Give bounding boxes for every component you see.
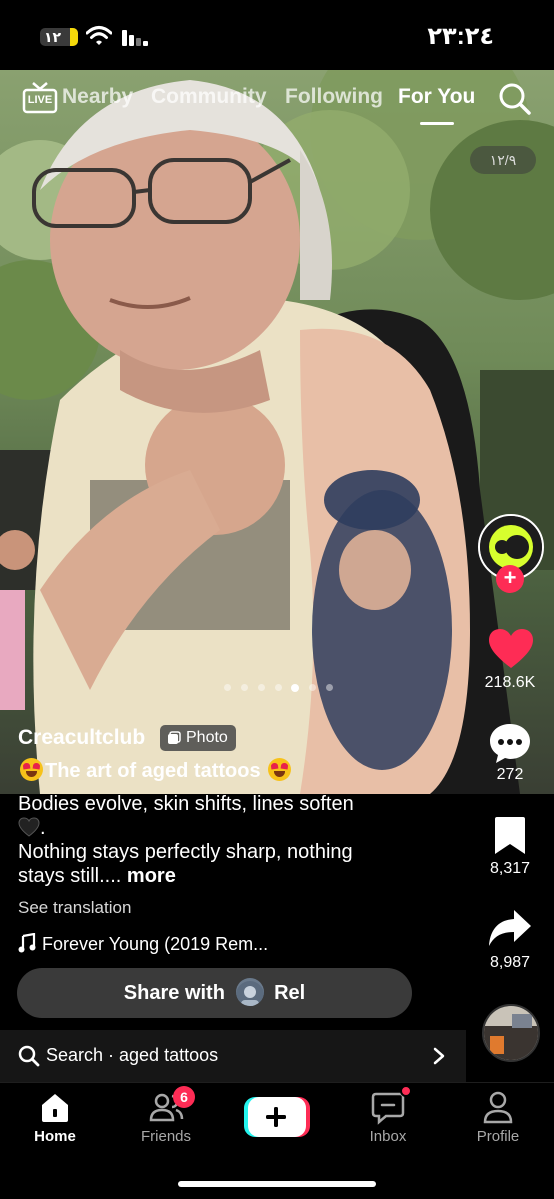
create-button[interactable] <box>244 1097 310 1137</box>
recipient-avatar-icon <box>235 981 264 1006</box>
post-description-line: stays still.... more <box>18 864 418 888</box>
home-icon <box>42 1094 68 1122</box>
heart-eyes-emoji-icon <box>268 758 292 781</box>
clock: ٢٣:٢٤ <box>427 23 494 50</box>
tab-following[interactable]: Following <box>285 85 383 109</box>
bookmark-icon[interactable] <box>494 816 526 856</box>
bottom-navigation: Home Friends 6 Inbox Profile <box>0 1082 554 1199</box>
profile-icon <box>483 1091 513 1124</box>
carousel-dot <box>241 684 248 691</box>
nav-friends[interactable]: Friends <box>121 1089 211 1145</box>
sound-name: Forever Young (2019 Rem... <box>42 934 269 954</box>
share-icon[interactable] <box>488 908 532 948</box>
nav-home-label: Home <box>34 1128 76 1145</box>
carousel-dot <box>224 684 231 691</box>
follow-button[interactable]: + <box>496 565 524 593</box>
share-count: 8,987 <box>489 954 531 971</box>
description-period: . <box>40 817 46 839</box>
carousel-dot <box>275 684 282 691</box>
music-note-icon <box>18 933 36 953</box>
recipient-avatar <box>235 978 264 1006</box>
photo-type-badge: Photo <box>160 725 236 751</box>
album-art-icon <box>484 1006 538 1060</box>
tab-for-you[interactable]: For You <box>398 85 475 109</box>
description-truncated-text: stays still.... <box>18 865 122 887</box>
like-icon[interactable] <box>488 628 534 670</box>
photo-page-counter: ١٢/٩ <box>470 146 536 174</box>
nav-inbox[interactable]: Inbox <box>343 1089 433 1145</box>
post-title: The art of aged tattoos <box>18 758 293 783</box>
post-title-text: The art of aged tattoos <box>45 760 261 782</box>
sound-disc[interactable] <box>482 1004 540 1062</box>
photo-badge-label: Photo <box>186 729 228 746</box>
carousel-dot-active <box>291 683 299 692</box>
black-heart-icon <box>18 817 40 837</box>
see-translation-link[interactable]: See translation <box>18 898 131 918</box>
save-count: 8,317 <box>489 860 531 877</box>
post-description-line: Bodies evolve, skin shifts, lines soften <box>18 793 354 815</box>
comment-icon[interactable] <box>488 722 532 764</box>
nav-profile[interactable]: Profile <box>453 1089 543 1145</box>
carousel-dot <box>326 684 333 691</box>
nav-friends-label: Friends <box>140 1128 192 1145</box>
chevron-right-icon <box>433 1047 445 1065</box>
search-icon <box>18 1045 40 1067</box>
like-count: 218.6K <box>484 674 536 691</box>
post-description-line: Nothing stays perfectly sharp, nothing <box>18 841 353 863</box>
live-button[interactable]: LIVE <box>22 82 58 114</box>
top-navigation: LIVE Nearby Community Following For You <box>0 78 554 125</box>
battery-icon: ١٢ <box>40 28 78 46</box>
battery-level: ١٢ <box>44 29 62 45</box>
signal-icon <box>122 30 148 46</box>
tab-nearby[interactable]: Nearby <box>62 85 133 109</box>
comment-count: 272 <box>496 766 524 783</box>
post-description-line: . <box>18 816 418 840</box>
heart-eyes-emoji-icon <box>20 758 43 781</box>
carousel-dot <box>309 684 316 691</box>
share-with-button[interactable]: Share with Rel <box>17 968 412 1018</box>
related-search-label: Search · aged tattoos <box>46 1045 219 1065</box>
wifi-icon <box>86 26 112 45</box>
live-label: LIVE <box>27 94 53 106</box>
friends-notification-badge: 6 <box>173 1086 195 1108</box>
nav-home[interactable]: Home <box>10 1089 100 1145</box>
sound-link[interactable]: Forever Young (2019 Rem... <box>18 933 268 955</box>
status-bar: ١٢ ٢٣:٢٤ <box>0 0 554 70</box>
nav-inbox-label: Inbox <box>369 1128 407 1145</box>
share-with-label: Share with <box>123 982 225 1004</box>
search-icon[interactable] <box>498 82 532 116</box>
carousel-dot <box>258 684 265 691</box>
active-tab-indicator <box>420 122 454 125</box>
recipient-name: Rel <box>274 982 306 1004</box>
author-username[interactable]: Creacultclub <box>18 726 145 750</box>
tab-community[interactable]: Community <box>151 85 267 109</box>
home-indicator[interactable] <box>178 1181 376 1187</box>
inbox-notification-dot <box>400 1085 412 1097</box>
nav-profile-label: Profile <box>476 1128 520 1145</box>
related-search-bar[interactable]: Search · aged tattoos <box>0 1030 466 1082</box>
photo-icon <box>168 731 181 744</box>
more-button[interactable]: more <box>127 865 176 887</box>
